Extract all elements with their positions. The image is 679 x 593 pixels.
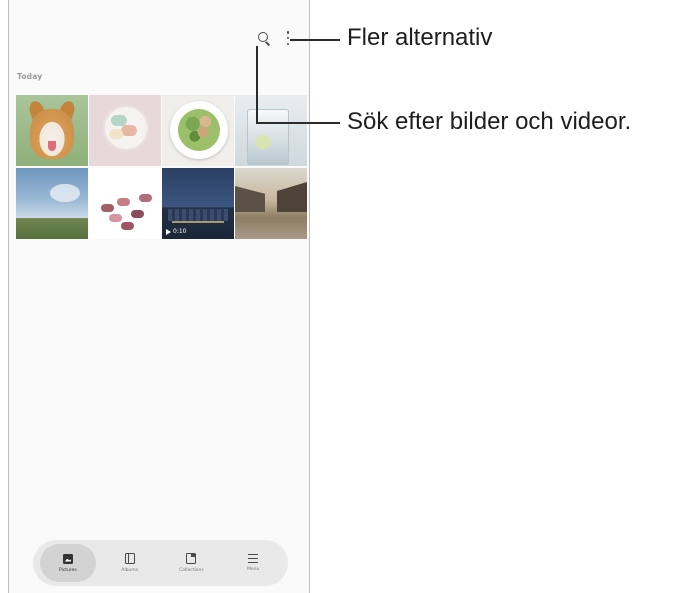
thumbnail-sky-landscape-photo[interactable] bbox=[16, 168, 88, 239]
callout-more-options: Fler alternativ bbox=[347, 24, 493, 51]
nav-albums[interactable]: Albums bbox=[102, 544, 158, 582]
callout-line-more-options bbox=[290, 39, 340, 41]
more-options-icon[interactable] bbox=[285, 31, 291, 45]
nav-collections[interactable]: Collections bbox=[163, 544, 219, 582]
bottom-navigation: Pictures Albums Collections Menu bbox=[33, 540, 288, 586]
video-duration-badge: 0:10 bbox=[166, 228, 186, 235]
section-label-today: Today bbox=[17, 72, 43, 81]
thumbnail-old-street-photo[interactable] bbox=[235, 168, 307, 239]
pictures-icon bbox=[62, 553, 73, 564]
nav-menu[interactable]: Menu bbox=[225, 544, 281, 582]
callout-line-search-vertical bbox=[256, 46, 258, 123]
play-icon bbox=[166, 228, 171, 235]
nav-pictures[interactable]: Pictures bbox=[39, 544, 96, 582]
thumbnail-dog-photo[interactable] bbox=[16, 95, 88, 166]
thumbnail-glass-drink-photo[interactable] bbox=[235, 95, 307, 166]
thumbnail-macaron-plate-photo[interactable] bbox=[89, 95, 161, 166]
photo-grid: 0:10 bbox=[16, 95, 309, 239]
menu-icon bbox=[248, 554, 259, 563]
thumbnail-city-night-video[interactable]: 0:10 bbox=[162, 168, 234, 239]
collections-icon bbox=[186, 553, 197, 564]
nav-label: Menu bbox=[246, 567, 260, 572]
thumbnail-salad-photo[interactable] bbox=[162, 95, 234, 166]
video-duration: 0:10 bbox=[173, 228, 187, 235]
callout-line-search-horizontal bbox=[256, 122, 340, 124]
thumbnail-macaron-stack-photo[interactable] bbox=[89, 168, 161, 239]
search-icon[interactable] bbox=[257, 31, 271, 46]
nav-label: Pictures bbox=[58, 567, 77, 573]
top-toolbar bbox=[257, 30, 291, 46]
gallery-screen: Today 0:10 Pictures Albums Collections M… bbox=[8, 0, 310, 593]
albums-icon bbox=[124, 553, 135, 564]
callout-search: Sök efter bilder och videor. bbox=[347, 108, 632, 135]
nav-label: Albums bbox=[121, 568, 138, 573]
nav-label: Collections bbox=[179, 568, 204, 573]
